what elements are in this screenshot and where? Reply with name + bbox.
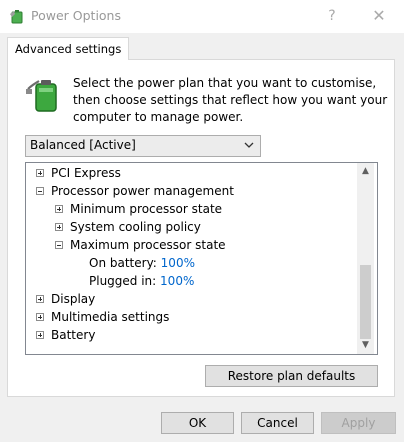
tree-item-label: Minimum processor state [70, 202, 223, 216]
scroll-down-arrow-icon[interactable]: ▼ [357, 337, 374, 354]
power-plan-select-value: Balanced [Active] [30, 138, 136, 152]
tree-item-label: Processor power management [51, 184, 234, 198]
ok-button[interactable]: OK [161, 412, 234, 434]
chevron-down-icon [244, 142, 254, 148]
power-options-icon [10, 10, 23, 24]
collapse-minus-icon[interactable] [55, 241, 63, 249]
expand-plus-icon[interactable] [36, 331, 44, 339]
apply-button[interactable]: Apply [321, 412, 396, 434]
settings-tree[interactable]: PCI Express Processor power management M… [25, 162, 378, 355]
expand-plus-icon[interactable] [55, 205, 63, 213]
tree-item-label: Maximum processor state [70, 238, 226, 252]
expand-plus-icon[interactable] [36, 169, 44, 177]
restore-plan-defaults-button[interactable]: Restore plan defaults [205, 365, 378, 387]
expand-plus-icon[interactable] [36, 313, 44, 321]
tree-item-label: Display [51, 292, 96, 306]
close-button[interactable]: ✕ [364, 5, 394, 27]
expand-plus-icon[interactable] [55, 223, 63, 231]
tab-advanced-settings[interactable]: Advanced settings [7, 37, 130, 60]
scrollbar-thumb[interactable] [360, 265, 371, 339]
plugged-in-value[interactable]: 100% [160, 274, 194, 288]
title-bar: Power Options ? ✕ [0, 0, 404, 33]
on-battery-label: On battery: [89, 256, 157, 270]
tree-item-label: Battery [51, 328, 96, 342]
vertical-scrollbar[interactable]: ▲ ▼ [357, 163, 374, 354]
window-title: Power Options [31, 8, 121, 23]
collapse-minus-icon[interactable] [36, 187, 44, 195]
tree-item-label: PCI Express [51, 166, 121, 180]
plugged-in-label: Plugged in: [89, 274, 157, 288]
help-button[interactable]: ? [318, 5, 346, 27]
tree-item-plugged-in[interactable]: Plugged in: 100% [89, 272, 194, 290]
battery-plug-icon [26, 80, 57, 112]
scroll-up-arrow-icon[interactable]: ▲ [357, 163, 374, 180]
power-plan-select[interactable]: Balanced [Active] [25, 135, 261, 157]
cancel-button[interactable]: Cancel [241, 412, 314, 434]
tree-item-label: System cooling policy [70, 220, 201, 234]
expand-plus-icon[interactable] [36, 295, 44, 303]
tree-item-label: Multimedia settings [51, 310, 170, 324]
on-battery-value[interactable]: 100% [161, 256, 195, 270]
description-text: Select the power plan that you want to c… [73, 76, 388, 124]
tree-item-on-battery[interactable]: On battery: 100% [89, 254, 195, 272]
